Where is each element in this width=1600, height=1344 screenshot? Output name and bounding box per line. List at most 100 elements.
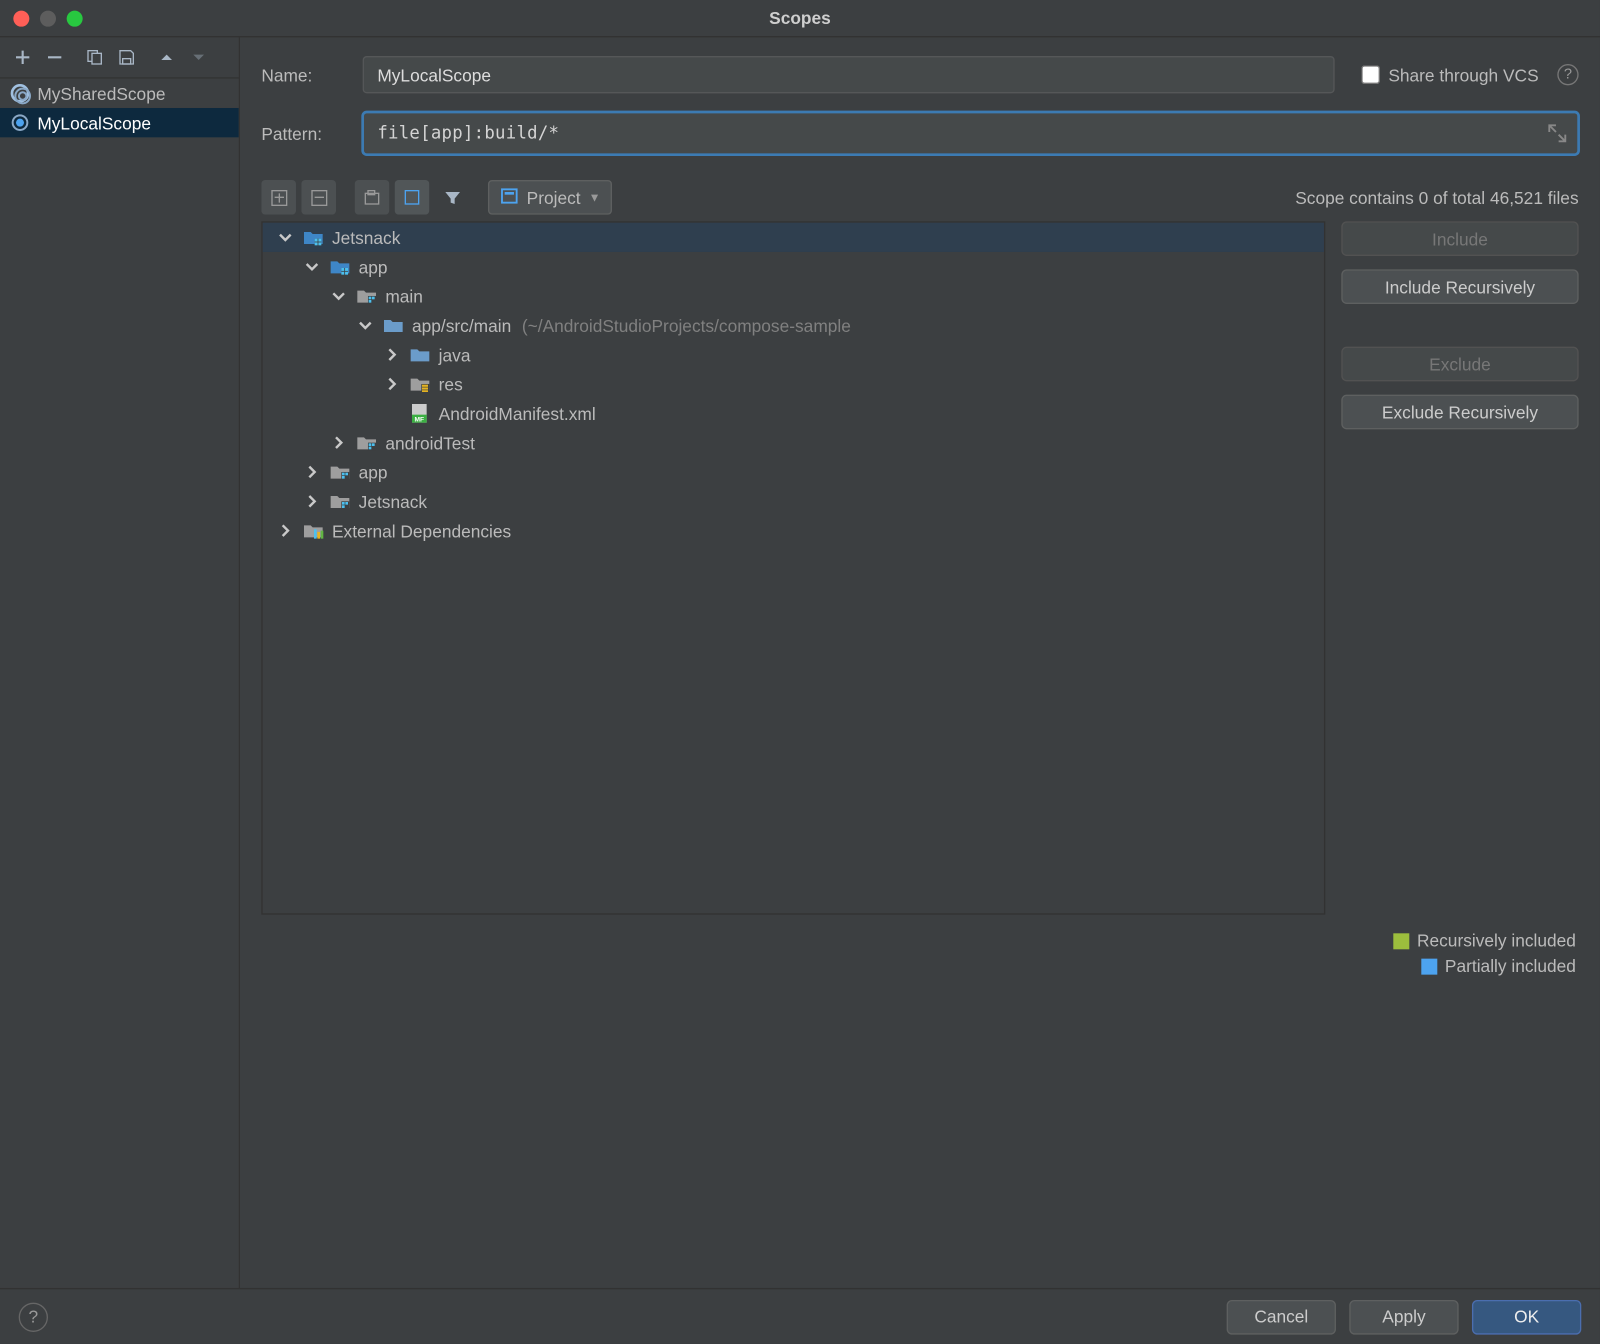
filter-button[interactable]	[435, 180, 470, 215]
expand-pattern-icon[interactable]	[1545, 121, 1569, 145]
share-vcs-checkbox[interactable]	[1362, 65, 1381, 84]
zoom-window-button[interactable]	[67, 10, 83, 26]
copy-scope-button[interactable]	[80, 43, 109, 72]
legend-partial-label: Partially included	[1445, 956, 1576, 976]
chevron-down-icon[interactable]	[303, 257, 322, 276]
pattern-input[interactable]	[377, 123, 1537, 143]
tree-node-label: app	[359, 462, 388, 482]
external-icon	[303, 520, 324, 541]
chevron-right-icon[interactable]	[329, 433, 348, 452]
module-icon	[329, 461, 350, 482]
chevron-right-icon[interactable]	[303, 463, 322, 482]
minimize-window-button[interactable]	[40, 10, 56, 26]
tree-node-label: main	[385, 286, 423, 306]
cancel-button[interactable]: Cancel	[1227, 1299, 1336, 1334]
chevron-right-icon[interactable]	[276, 521, 295, 540]
share-vcs-label: Share through VCS	[1388, 65, 1538, 85]
sidebar: MySharedScope MyLocalScope	[0, 37, 240, 1288]
tree-toolbar: Project ▼ Scope contains 0 of total 46,5…	[261, 173, 1578, 221]
chevron-right-icon[interactable]	[383, 345, 402, 364]
view-mode-label: Project	[527, 187, 581, 207]
include-button[interactable]: Include	[1341, 221, 1578, 256]
tree-row[interactable]: java	[263, 340, 1324, 369]
project-icon	[329, 256, 350, 277]
collapse-all-button[interactable]	[301, 180, 336, 215]
show-modules-button[interactable]	[355, 180, 390, 215]
tree-row[interactable]: res	[263, 369, 1324, 398]
tree-node-label: androidTest	[385, 433, 475, 453]
tree-row[interactable]: app	[263, 457, 1324, 486]
exclude-recursively-button[interactable]: Exclude Recursively	[1341, 395, 1578, 430]
tree-node-label: Jetsnack	[359, 491, 427, 511]
save-scope-button[interactable]	[112, 43, 141, 72]
tree-node-label: app	[359, 257, 388, 277]
view-mode-combo[interactable]: Project ▼	[488, 180, 613, 215]
scope-info: Scope contains 0 of total 46,521 files	[1295, 187, 1578, 207]
window-title: Scopes	[0, 8, 1600, 28]
folder-icon	[409, 344, 430, 365]
name-label: Name:	[261, 65, 344, 85]
apply-button[interactable]: Apply	[1349, 1299, 1458, 1334]
expand-all-button[interactable]	[261, 180, 296, 215]
module-icon	[356, 432, 377, 453]
remove-scope-button[interactable]	[40, 43, 69, 72]
add-scope-button[interactable]	[8, 43, 37, 72]
tree-node-label: res	[439, 374, 463, 394]
tree-row[interactable]: Jetsnack	[263, 223, 1324, 252]
tree-row[interactable]: Jetsnack	[263, 487, 1324, 516]
tree-row[interactable]: main	[263, 281, 1324, 310]
partial-swatch-icon	[1421, 958, 1437, 974]
local-scope-icon	[11, 113, 30, 132]
module-icon	[329, 491, 350, 512]
include-recursively-button[interactable]: Include Recursively	[1341, 269, 1578, 304]
chevron-down-icon[interactable]	[356, 316, 375, 335]
tree-panel[interactable]: Jetsnack app main app/src/main (~/AndroidStu…	[261, 221, 1325, 914]
move-down-button[interactable]	[184, 43, 213, 72]
name-input[interactable]	[363, 56, 1335, 93]
shared-scope-icon	[11, 84, 30, 103]
tree-node-label: app/src/main	[412, 315, 511, 335]
scope-editor: Name: Share through VCS ? Pattern:	[240, 37, 1600, 1288]
chevron-right-icon[interactable]	[303, 492, 322, 511]
tree-row[interactable]: app	[263, 252, 1324, 281]
legend-recursive-label: Recursively included	[1417, 931, 1576, 951]
tree-node-path: (~/AndroidStudioProjects/compose-sample	[522, 315, 851, 335]
legend: Recursively included Partially included	[261, 931, 1578, 976]
chevron-down-icon[interactable]	[329, 287, 348, 306]
scope-item-label: MyLocalScope	[37, 113, 151, 133]
ok-button[interactable]: OK	[1472, 1299, 1581, 1334]
pattern-field-wrap	[363, 112, 1579, 155]
pattern-label: Pattern:	[261, 123, 344, 143]
chevron-right-icon[interactable]	[383, 375, 402, 394]
module-icon	[356, 285, 377, 306]
folder-icon	[383, 315, 404, 336]
chevron-down-icon: ▼	[589, 191, 601, 204]
scope-list: MySharedScope MyLocalScope	[0, 79, 239, 1288]
window-traffic-lights	[0, 10, 83, 26]
show-files-button[interactable]	[395, 180, 430, 215]
res-folder-icon	[409, 373, 430, 394]
tree-row[interactable]: androidTest	[263, 428, 1324, 457]
scope-item-shared[interactable]: MySharedScope	[0, 79, 239, 108]
recursive-swatch-icon	[1393, 933, 1409, 949]
tree-row[interactable]: app/src/main (~/AndroidStudioProjects/com…	[263, 311, 1324, 340]
help-icon[interactable]: ?	[1557, 64, 1578, 85]
action-buttons: Include Include Recursively Exclude Excl…	[1341, 221, 1578, 429]
scope-icon	[500, 186, 519, 209]
manifest-icon	[409, 403, 430, 424]
titlebar: Scopes	[0, 0, 1600, 37]
close-window-button[interactable]	[13, 10, 29, 26]
dialog-footer: ? Cancel Apply OK	[0, 1288, 1600, 1344]
tree-node-label: AndroidManifest.xml	[439, 403, 596, 423]
tree-row[interactable]: AndroidManifest.xml	[263, 399, 1324, 428]
help-button[interactable]: ?	[19, 1302, 48, 1331]
exclude-button[interactable]: Exclude	[1341, 347, 1578, 382]
tree-row[interactable]: External Dependencies	[263, 516, 1324, 545]
tree-node-label: Jetsnack	[332, 227, 400, 247]
chevron-down-icon[interactable]	[276, 228, 295, 247]
sidebar-toolbar	[0, 37, 239, 77]
move-up-button[interactable]	[152, 43, 181, 72]
tree-node-label: External Dependencies	[332, 521, 511, 541]
scope-item-local[interactable]: MyLocalScope	[0, 108, 239, 137]
scope-item-label: MySharedScope	[37, 83, 165, 103]
